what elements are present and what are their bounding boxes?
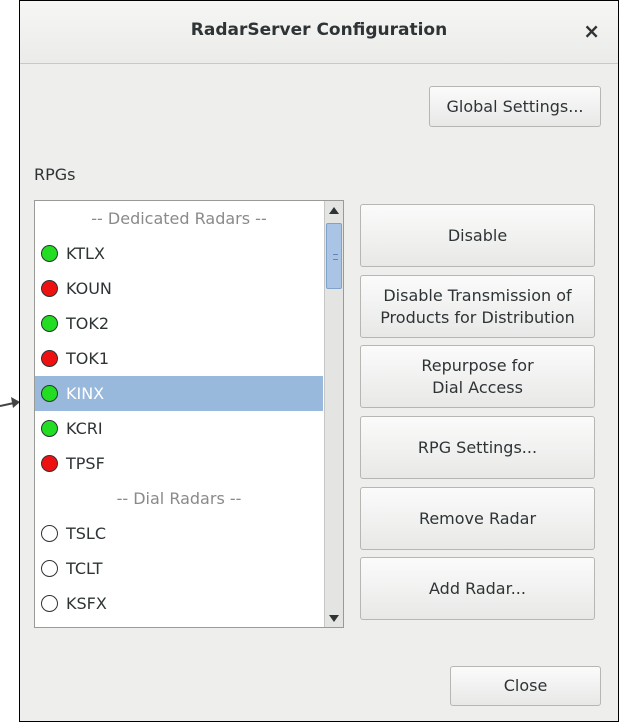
disable-transmission-button[interactable]: Disable Transmission of Products for Dis… — [360, 275, 595, 338]
list-item-label: TOK1 — [66, 349, 110, 368]
list-item-label: KCRI — [66, 419, 103, 438]
list-item-label: TCLT — [66, 559, 103, 578]
dedicated-radars-header: -- Dedicated Radars -- — [91, 209, 267, 228]
disable-button[interactable]: Disable — [360, 204, 595, 267]
close-icon[interactable]: × — [583, 20, 600, 42]
disable-transmission-line-2: Products for Distribution — [380, 307, 575, 327]
list-item-label: KINX — [66, 384, 105, 403]
list-item[interactable]: KOUN — [35, 271, 323, 306]
list-item-label: KSFX — [66, 594, 107, 613]
radarserver-config-dialog: RadarServer Configuration × Global Setti… — [19, 0, 619, 722]
rpg-list[interactable]: -- Dedicated Radars -- KTLX KOUN TOK2 TOK1 KI… — [34, 200, 344, 628]
dial-radars-header: -- Dial Radars -- — [116, 489, 242, 508]
remove-radar-button[interactable]: Remove Radar — [360, 487, 595, 550]
status-red-icon — [41, 280, 58, 297]
close-button[interactable]: Close — [450, 666, 601, 706]
scroll-down-arrow-icon[interactable] — [325, 609, 343, 627]
add-radar-label: Add Radar... — [429, 578, 526, 598]
status-green-icon — [41, 420, 58, 437]
list-item-label: TOK2 — [66, 314, 110, 333]
list-item-partial[interactable] — [35, 621, 323, 627]
add-radar-button[interactable]: Add Radar... — [360, 557, 595, 620]
title-bar: RadarServer Configuration × — [20, 1, 618, 64]
list-item-label: TPSF — [66, 454, 105, 473]
status-green-icon — [41, 385, 58, 402]
list-item-label: KTLX — [66, 244, 105, 263]
list-item[interactable]: TCLT — [35, 551, 323, 586]
list-item[interactable]: TSLC — [35, 516, 323, 551]
list-item[interactable]: KINX — [35, 376, 323, 411]
status-red-icon — [41, 350, 58, 367]
disable-button-label: Disable — [447, 225, 508, 245]
list-item-label: KOUN — [66, 279, 112, 298]
rpg-settings-label: RPG Settings... — [417, 437, 538, 457]
list-item[interactable]: TOK1 — [35, 341, 323, 376]
global-settings-button[interactable]: Global Settings... — [429, 86, 601, 127]
dialog-title: RadarServer Configuration — [190, 20, 448, 40]
rpg-list-rows: -- Dedicated Radars -- KTLX KOUN TOK2 TOK1 KI… — [35, 201, 323, 627]
list-scrollbar[interactable] — [324, 201, 343, 627]
scrollbar-thumb[interactable] — [326, 223, 342, 289]
status-empty-icon — [41, 525, 58, 542]
rpg-settings-button[interactable]: RPG Settings... — [360, 416, 595, 479]
repurpose-line-1: Repurpose for — [421, 355, 534, 375]
disable-transmission-line-1: Disable Transmission of — [383, 285, 572, 305]
list-item[interactable]: TPSF — [35, 446, 323, 481]
status-green-icon — [41, 315, 58, 332]
rpgs-label: RPGs — [34, 165, 76, 184]
repurpose-line-2: Dial Access — [432, 377, 523, 397]
list-item[interactable]: KCRI — [35, 411, 323, 446]
status-green-icon — [41, 245, 58, 262]
list-item[interactable]: TOK2 — [35, 306, 323, 341]
status-red-icon — [41, 455, 58, 472]
status-empty-icon — [41, 595, 58, 612]
remove-radar-label: Remove Radar — [418, 508, 537, 528]
scroll-up-arrow-icon[interactable] — [325, 201, 343, 219]
grip-icon — [333, 254, 338, 260]
list-item[interactable]: KTLX — [35, 236, 323, 271]
list-item[interactable]: KSFX — [35, 586, 323, 621]
list-item-label: TSLC — [66, 524, 107, 543]
status-empty-icon — [41, 560, 58, 577]
repurpose-dial-access-button[interactable]: Repurpose for Dial Access — [360, 345, 595, 408]
